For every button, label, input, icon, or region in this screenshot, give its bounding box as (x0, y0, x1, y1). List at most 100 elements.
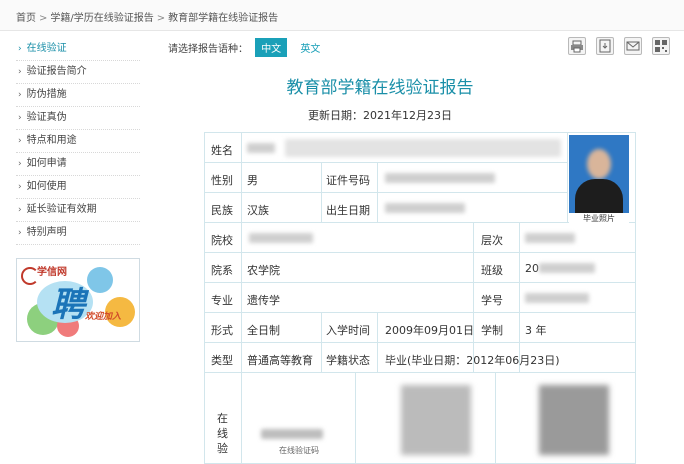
banner-subtitle: 欢迎加入 (85, 312, 122, 322)
chevron-right-icon: › (18, 205, 22, 215)
label-ethnicity: 民族 (211, 204, 233, 217)
print-icon[interactable] (568, 37, 586, 55)
photo-caption: 毕业照片 (569, 213, 629, 224)
language-prompt: 请选择报告语种： (168, 44, 248, 55)
redacted-school (249, 233, 313, 243)
sidebar-item-label: 如何申请 (26, 158, 67, 169)
column-divider (495, 372, 496, 463)
update-date: 更新日期：2021年12月23日 (308, 109, 452, 122)
sidebar-item[interactable]: › 延长验证有效期 (16, 199, 140, 222)
breadcrumb-bar: 首页 > 学籍/学历在线验证报告 > 教育部学籍在线验证报告 (0, 0, 684, 31)
label-online-verify: 在 线 验 (217, 412, 228, 455)
label-enroll-date: 入学时间 (326, 324, 370, 337)
label-department: 院系 (211, 264, 233, 277)
sidebar-item[interactable]: › 验证真伪 (16, 107, 140, 130)
label-class: 班级 (481, 264, 503, 277)
recruit-banner[interactable]: 学信网 聘 欢迎加入 (16, 258, 140, 342)
row-divider (205, 192, 567, 193)
sidebar-item[interactable]: › 在线验证 (16, 38, 140, 61)
label-education-type: 类型 (211, 354, 233, 367)
column-divider (473, 222, 474, 372)
label-id-number: 证件号码 (326, 174, 370, 187)
column-divider (567, 133, 568, 222)
chevron-right-icon: › (18, 159, 22, 169)
value-enroll-date: 2009年09月01日 (385, 324, 474, 337)
column-divider (321, 312, 322, 372)
breadcrumb-separator: > (156, 13, 166, 24)
sidebar-item[interactable]: › 如何使用 (16, 176, 140, 199)
qrcode-image (539, 385, 609, 455)
value-ethnicity: 汉族 (247, 204, 269, 217)
banner-bubble (87, 267, 113, 293)
breadcrumb-separator: > (39, 13, 48, 24)
label-birth-date: 出生日期 (326, 204, 370, 217)
lang-english-button[interactable]: 英文 (294, 38, 326, 57)
banner-headline: 聘 (51, 285, 85, 325)
value-department: 农学院 (247, 264, 280, 277)
redacted-student-number (525, 293, 589, 303)
email-icon[interactable] (624, 37, 642, 55)
redacted-level (525, 233, 575, 243)
value-gender: 男 (247, 174, 258, 187)
sidebar: › 在线验证 › 验证报告简介 › 防伪措施 › 验证真伪 › 特点和用途 › 如何申请 › 如何使用 › 延… (16, 38, 140, 245)
row-divider (205, 162, 567, 163)
label-gender: 性别 (211, 174, 233, 187)
student-info-card: 姓名 性别 男 证件号码 民族 汉族 出生日期 毕业照片 院校 层次 院系 农学… (204, 132, 636, 464)
download-icon[interactable] (596, 37, 614, 55)
breadcrumb: 首页 > 学籍/学历在线验证报告 > 教育部学籍在线验证报告 (16, 9, 278, 24)
column-divider (377, 162, 378, 222)
label-name: 姓名 (211, 144, 233, 157)
row-divider (205, 282, 635, 283)
breadcrumb-verify[interactable]: 学籍/学历在线验证报告 (50, 13, 153, 24)
value-duration: 3 年 (525, 324, 547, 337)
value-class-prefix: 20 (525, 262, 539, 275)
value-enrollment-status: 毕业(毕业日期：2012年06月23日) (385, 354, 560, 367)
label-duration: 学制 (481, 324, 503, 337)
lang-chinese-button[interactable]: 中文 (255, 38, 288, 57)
chevron-right-icon: › (18, 113, 22, 123)
language-selector: 请选择报告语种： 中文 英文 (168, 38, 326, 57)
breadcrumb-current: 教育部学籍在线验证报告 (168, 13, 279, 24)
redacted-verify-code (261, 429, 323, 439)
label-major: 专业 (211, 294, 233, 307)
breadcrumb-home[interactable]: 首页 (16, 13, 36, 24)
sidebar-item[interactable]: › 如何申请 (16, 153, 140, 176)
watermark-pattern (285, 139, 561, 157)
sidebar-item-label: 特点和用途 (26, 135, 77, 146)
label-level: 层次 (481, 234, 503, 247)
photo-face (587, 149, 611, 179)
column-divider (321, 162, 322, 222)
chevron-right-icon: › (18, 136, 22, 146)
sidebar-item-label: 验证真伪 (26, 112, 67, 123)
sidebar-item[interactable]: › 验证报告简介 (16, 61, 140, 84)
verify-code-label: 在线验证码 (279, 446, 319, 455)
sidebar-item-label: 在线验证 (26, 43, 67, 54)
chevron-right-icon: › (18, 67, 22, 77)
column-divider (519, 222, 520, 372)
student-photo (569, 135, 629, 219)
sidebar-item-label: 延长验证有效期 (26, 204, 97, 215)
sidebar-item[interactable]: › 防伪措施 (16, 84, 140, 107)
value-major: 遗传学 (247, 294, 280, 307)
sidebar-item[interactable]: › 特点和用途 (16, 130, 140, 153)
chevron-right-icon: › (18, 44, 22, 54)
banner-logo: 学信网 (37, 267, 67, 278)
label-student-number: 学号 (481, 294, 503, 307)
sidebar-item-label: 特别声明 (26, 227, 67, 238)
sidebar-item-label: 验证报告简介 (26, 66, 87, 77)
redacted-class (539, 263, 595, 273)
chevron-right-icon: › (18, 228, 22, 238)
report-title: 教育部学籍在线验证报告 (286, 78, 474, 98)
sidebar-item-label: 防伪措施 (26, 89, 67, 100)
column-divider (241, 133, 242, 463)
redacted-name (247, 143, 275, 153)
row-divider (205, 312, 635, 313)
value-education-type: 普通高等教育 (247, 354, 313, 367)
qrcode-icon[interactable] (652, 37, 670, 55)
value-study-form: 全日制 (247, 324, 280, 337)
chevron-right-icon: › (18, 90, 22, 100)
column-divider (377, 312, 378, 372)
sidebar-item[interactable]: › 特别声明 (16, 222, 140, 245)
row-divider (205, 252, 635, 253)
chevron-right-icon: › (18, 182, 22, 192)
